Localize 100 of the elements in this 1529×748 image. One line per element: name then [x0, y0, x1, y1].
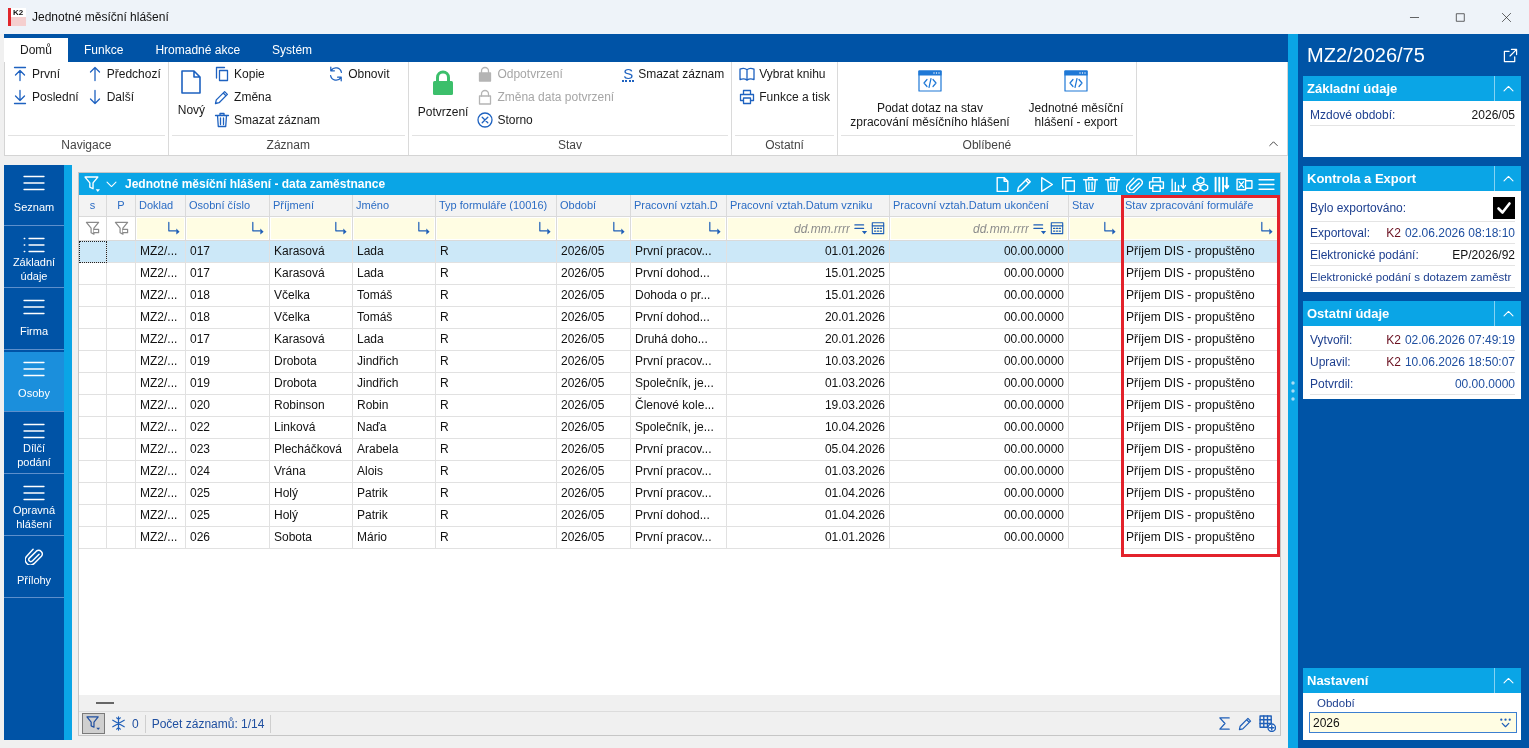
snowflake-icon[interactable] — [111, 716, 126, 731]
filter-field[interactable] — [1070, 218, 1120, 239]
bar-chart-icon[interactable] — [1170, 175, 1187, 193]
corner-arrow-icon[interactable] — [537, 221, 552, 236]
trash-icon[interactable] — [1082, 175, 1099, 193]
ribbon-button[interactable]: Vybrat knihu — [737, 63, 833, 85]
corner-arrow-icon[interactable] — [250, 221, 265, 236]
ribbon-button[interactable]: První — [10, 63, 82, 85]
filter-field[interactable] — [137, 218, 184, 239]
filter-field[interactable] — [271, 218, 351, 239]
equals-caret-icon[interactable] — [1033, 221, 1047, 235]
column-header[interactable]: P — [107, 195, 136, 217]
pencil-icon[interactable] — [1238, 716, 1253, 731]
ribbon-button[interactable]: Předchozí — [84, 63, 164, 85]
dropdown-field[interactable]: 2026 — [1309, 712, 1517, 733]
ribbon-button[interactable]: Smazat záznam — [212, 109, 324, 131]
table-row[interactable]: MZ2/... 023 Plecháčková Arabela R 2026/05 První pracov... 05.04.2026 00.00.0000 Příjem DIS - propuštěno — [79, 439, 1280, 461]
column-header[interactable]: Pracovní vztah.D — [631, 195, 727, 217]
ribbon-button[interactable]: Funkce a tisk — [737, 86, 833, 108]
table-row[interactable]: MZ2/... 018 Včelka Tomáš R 2026/05 Dohoda o pr... 15.01.2026 00.00.0000 Příjem DIS - propuštěno — [79, 285, 1280, 307]
ribbon-button[interactable]: Změna — [212, 86, 324, 108]
calendar-icon[interactable] — [871, 221, 885, 235]
ribbon-tab[interactable]: Systém — [256, 38, 329, 62]
table-row[interactable]: MZ2/... 017 Karasová Lada R 2026/05 Druhá doho... 20.01.2026 00.00.0000 Příjem DIS - propuštěno — [79, 329, 1280, 351]
table-row[interactable]: MZ2/... 025 Holý Patrik R 2026/05 První dohod... 01.04.2026 00.00.0000 Příjem DIS - propuštěno — [79, 505, 1280, 527]
table-row[interactable]: MZ2/... 019 Drobota Jindřich R 2026/05 První pracov... 10.03.2026 00.00.0000 Příjem DIS - propuštěno — [79, 351, 1280, 373]
ribbon-button[interactable]: Potvrzení — [413, 63, 473, 135]
filter-icon[interactable] — [84, 175, 101, 193]
trash-icon[interactable] — [1104, 175, 1121, 193]
table-row[interactable]: MZ2/... 024 Vrána Alois R 2026/05 První pracov... 01.03.2026 00.00.0000 Příjem DIS - propuštěno — [79, 461, 1280, 483]
paperclip-icon[interactable] — [1126, 175, 1143, 193]
table-row[interactable]: MZ2/... 026 Sobota Mário R 2026/05 První pracov... 01.01.2026 00.00.0000 Příjem DIS - propuštěno — [79, 527, 1280, 549]
table-row[interactable]: MZ2/... 018 Včelka Tomáš R 2026/05 První dohod... 20.01.2026 00.00.0000 Příjem DIS - propuštěno — [79, 307, 1280, 329]
document-icon[interactable] — [994, 175, 1011, 193]
column-header[interactable]: Pracovní vztah.Datum ukončení — [890, 195, 1069, 217]
table-row[interactable]: MZ2/... 017 Karasová Lada R 2026/05 První pracov... 01.01.2026 00.00.0000 Příjem DIS - propuštěno — [79, 241, 1280, 263]
filter-field[interactable] — [354, 218, 434, 239]
copy-icon[interactable] — [1060, 175, 1077, 193]
horizontal-scrollbar[interactable] — [79, 695, 1280, 711]
column-header[interactable]: Příjmení — [270, 195, 353, 217]
corner-arrow-icon[interactable] — [333, 221, 348, 236]
column-header[interactable]: Osobní číslo — [186, 195, 270, 217]
table-row[interactable]: MZ2/... 025 Holý Patrik R 2026/05 První pracov... 01.04.2026 00.00.0000 Příjem DIS - propuštěno — [79, 483, 1280, 505]
filter-field[interactable] — [187, 218, 268, 239]
pencil-icon[interactable] — [1016, 175, 1033, 193]
ribbon-button[interactable]: Kopie — [212, 63, 324, 85]
funnel-flag-icon[interactable] — [113, 221, 129, 236]
ribbon-button[interactable]: Storno — [475, 109, 618, 131]
column-header[interactable]: Období — [557, 195, 631, 217]
cubes-icon[interactable] — [1192, 175, 1209, 193]
corner-arrow-icon[interactable] — [1102, 221, 1117, 236]
ribbon-button[interactable]: Obnovit — [326, 63, 393, 85]
table-row[interactable]: MZ2/... 020 Robinson Robin R 2026/05 Členové kole... 19.03.2026 00.00.0000 Příjem DIS - propuštěno — [79, 395, 1280, 417]
column-header[interactable]: Jméno — [353, 195, 436, 217]
equals-caret-icon[interactable] — [854, 221, 868, 235]
filter-field[interactable]: dd.mm.rrrr — [728, 218, 888, 239]
record-title: MZ2/2026/75 — [1307, 43, 1425, 67]
ribbon-button[interactable]: Jednotné měsíční hlášení - export — [1019, 63, 1132, 135]
table-row[interactable]: MZ2/... 019 Drobota Jindřich R 2026/05 Společník, je... 01.03.2026 00.00.0000 Příjem DIS - propuštěno — [79, 373, 1280, 395]
filter-field[interactable]: dd.mm.rrrr — [891, 218, 1067, 239]
filter-field[interactable] — [632, 218, 725, 239]
table-row[interactable]: MZ2/... 017 Karasová Lada R 2026/05 První dohod... 15.01.2025 00.00.0000 Příjem DIS - propuštěno — [79, 263, 1280, 285]
column-header[interactable]: Typ formuláře (10016) — [436, 195, 557, 217]
filter-field[interactable] — [1123, 218, 1277, 239]
printer-icon[interactable] — [1148, 175, 1165, 193]
menu-icon — [23, 299, 45, 315]
funnel-flag-icon[interactable] — [85, 221, 100, 236]
corner-arrow-icon[interactable] — [416, 221, 431, 236]
ribbon-tab[interactable]: Funkce — [68, 38, 140, 62]
ribbon-button[interactable]: Podat dotaz na stav zpracování měsíčního hlášení — [842, 63, 1017, 135]
chevron-up-icon[interactable] — [1268, 138, 1279, 149]
calendar-icon[interactable] — [1050, 221, 1064, 235]
corner-arrow-icon[interactable] — [166, 221, 181, 236]
ribbon-tab[interactable]: Hromadné akce — [139, 38, 257, 62]
table-add-icon[interactable] — [1259, 715, 1276, 732]
filter-field[interactable] — [437, 218, 555, 239]
corner-arrow-icon[interactable] — [611, 221, 626, 236]
ribbon-button[interactable]: Další — [84, 86, 164, 108]
column-header[interactable]: Pracovní vztah.Datum vzniku — [727, 195, 890, 217]
columns-icon[interactable] — [1214, 175, 1231, 193]
ribbon-tab[interactable]: Domů — [4, 38, 68, 62]
play-icon[interactable] — [1038, 175, 1055, 193]
ribbon-button[interactable]: S Smazat záznam — [620, 63, 728, 85]
corner-arrow-icon[interactable] — [707, 221, 722, 236]
ribbon-button[interactable]: Poslední — [10, 86, 82, 108]
list-icon — [23, 237, 45, 253]
column-header[interactable]: s — [79, 195, 107, 217]
column-header[interactable]: Stav — [1069, 195, 1122, 217]
splitter-handle[interactable] — [1288, 34, 1298, 748]
menu-icon — [23, 175, 45, 191]
corner-arrow-icon[interactable] — [1259, 221, 1274, 236]
sigma-icon[interactable] — [1217, 716, 1232, 731]
checkbox[interactable] — [1493, 196, 1515, 219]
filter-field[interactable] — [558, 218, 629, 239]
filter-toggle-button[interactable] — [82, 713, 105, 734]
popout-icon[interactable] — [1503, 47, 1518, 63]
column-header[interactable]: Doklad — [136, 195, 186, 217]
spreadsheet-icon[interactable] — [1236, 175, 1253, 193]
ribbon-button[interactable]: Nový — [173, 63, 210, 135]
table-row[interactable]: MZ2/... 022 Linková Naďa R 2026/05 Společník, je... 10.04.2026 00.00.0000 Příjem DIS - propuštěno — [79, 417, 1280, 439]
